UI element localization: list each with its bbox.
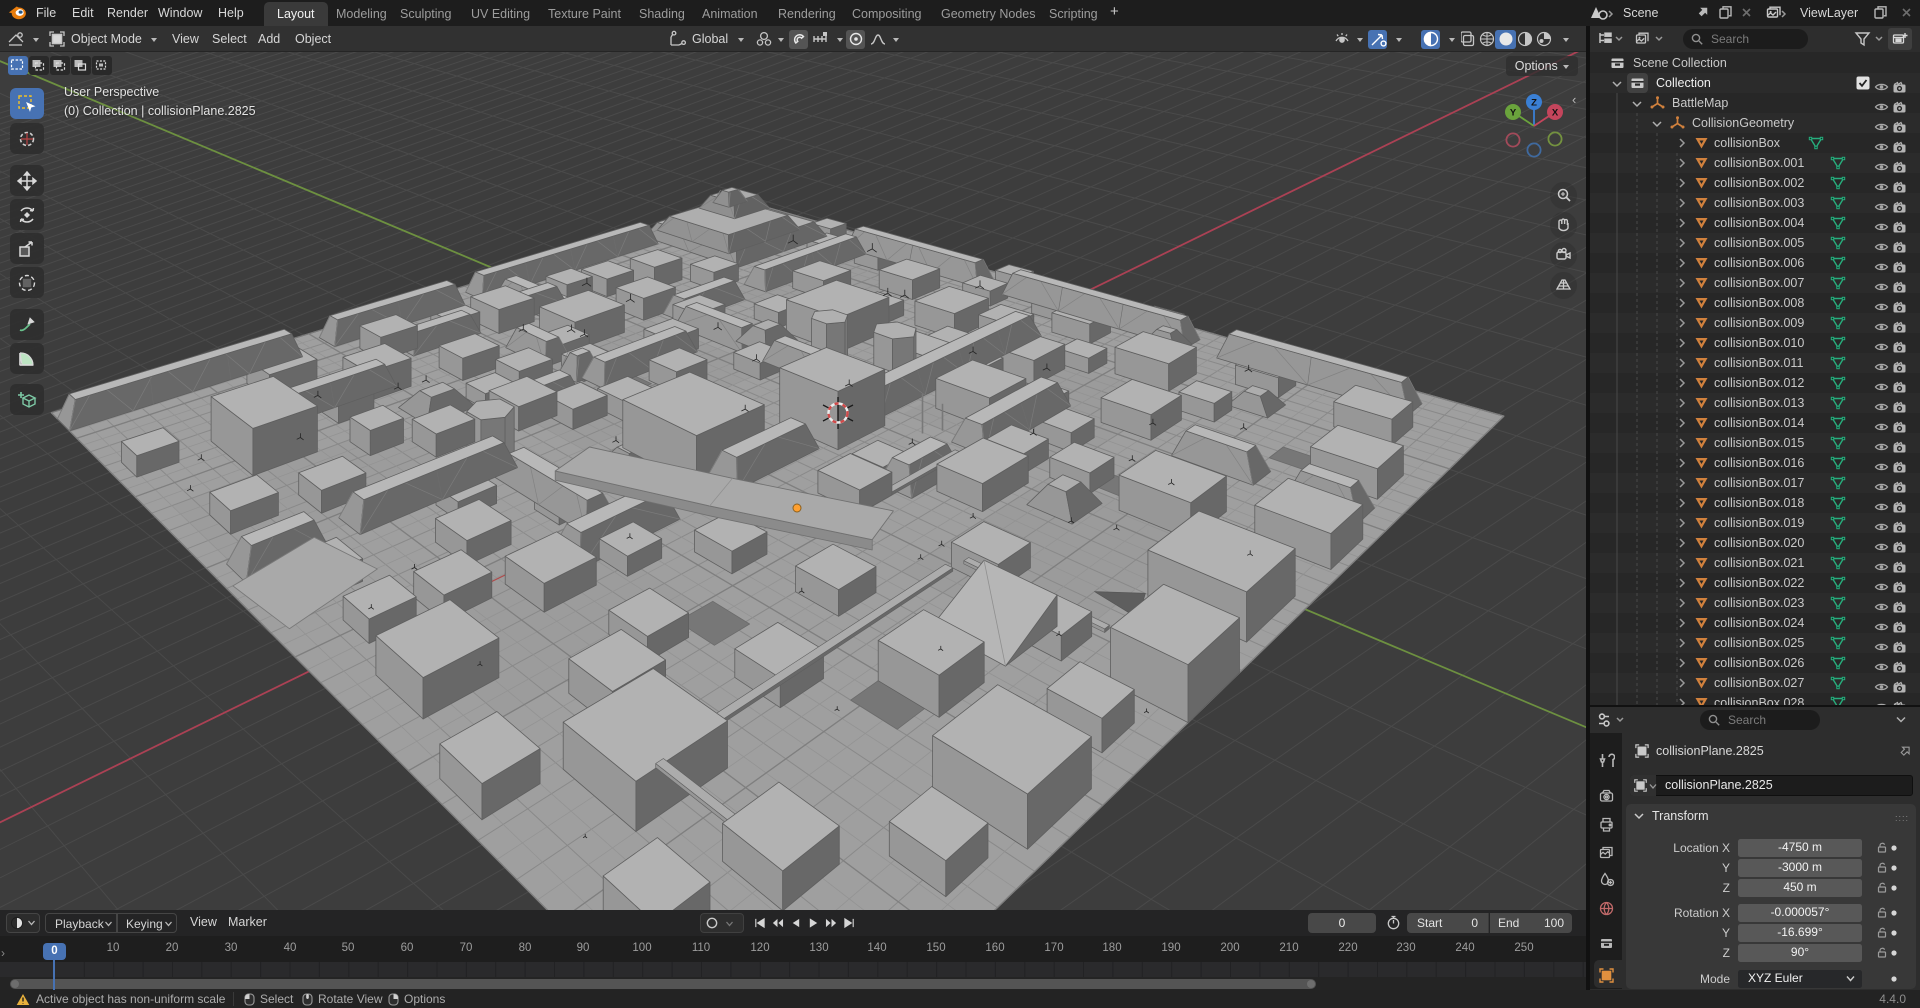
svg-text:Y: Y — [1510, 108, 1517, 119]
svg-text:Z: Z — [1531, 98, 1537, 109]
svg-text:X: X — [1552, 108, 1559, 119]
